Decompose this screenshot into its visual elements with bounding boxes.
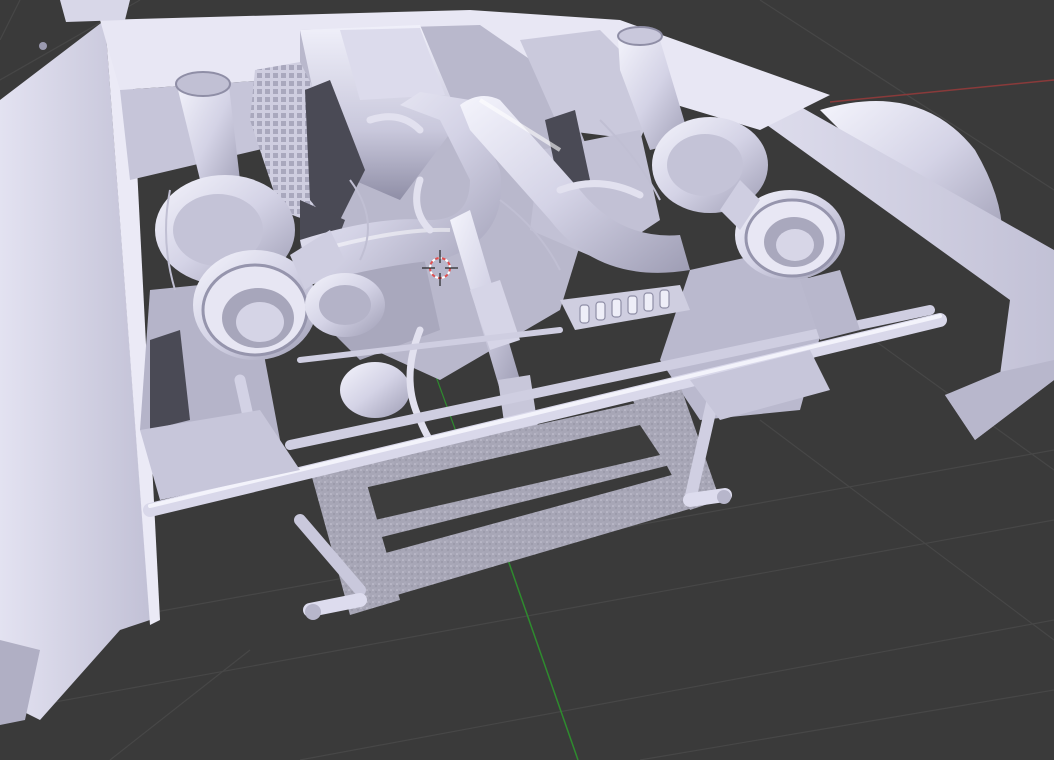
y-axis-line bbox=[507, 559, 579, 760]
frame-tube-end-left bbox=[305, 604, 321, 620]
frame-tube-end-right bbox=[717, 490, 731, 504]
3d-viewport[interactable] bbox=[0, 0, 1054, 760]
fuel-injectors[interactable] bbox=[560, 285, 690, 330]
viewport-scene[interactable] bbox=[0, 0, 1054, 760]
x-axis-line bbox=[829, 79, 1054, 103]
